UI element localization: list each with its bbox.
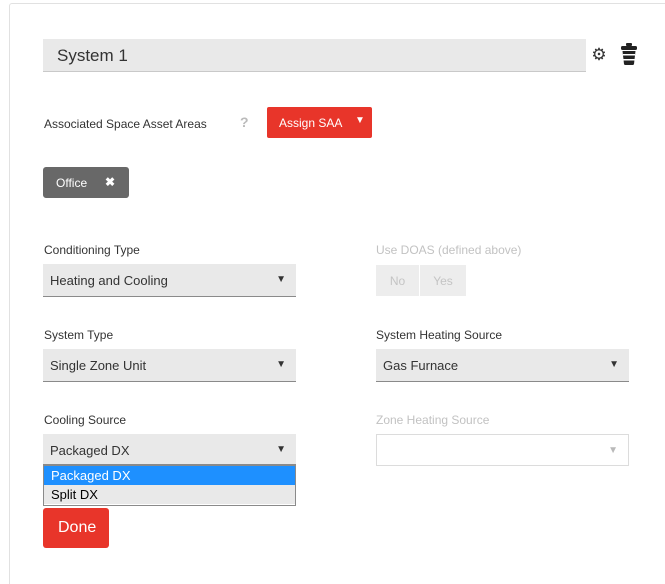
saa-chip-office: Office ✖ — [43, 167, 129, 198]
cooling-source-dropdown: Packaged DX Split DX — [43, 465, 296, 506]
doas-yes-button: Yes — [420, 265, 466, 296]
done-button[interactable]: Done — [43, 508, 109, 548]
system-title[interactable]: System 1 — [43, 39, 586, 72]
conditioning-type-value: Heating and Cooling — [50, 273, 168, 288]
system-heating-source-label: System Heating Source — [376, 328, 503, 342]
caret-down-icon: ▼ — [355, 115, 365, 126]
chevron-down-icon: ▼ — [276, 274, 286, 285]
cooling-source-label: Cooling Source — [44, 413, 127, 427]
cooling-source-value: Packaged DX — [50, 443, 130, 458]
system-heating-source-select[interactable]: Gas Furnace ▼ — [376, 349, 629, 382]
trash-icon[interactable] — [621, 43, 637, 65]
chip-label: Office — [56, 176, 88, 190]
conditioning-type-select[interactable]: Heating and Cooling ▼ — [43, 264, 296, 297]
doas-no-button: No — [376, 265, 420, 296]
use-doas-label: Use DOAS (defined above) — [376, 243, 522, 257]
use-doas-toggle: No Yes — [376, 265, 466, 296]
gear-icon[interactable]: ⚙ — [590, 46, 608, 64]
zone-heating-source-label: Zone Heating Source — [376, 413, 490, 427]
saa-label: Associated Space Asset Areas — [44, 117, 207, 131]
option-packaged-dx[interactable]: Packaged DX — [44, 466, 295, 485]
chevron-down-icon: ▼ — [276, 444, 286, 455]
conditioning-type-label: Conditioning Type — [44, 243, 140, 257]
chevron-down-icon: ▼ — [608, 445, 618, 456]
zone-heating-source-select: ▼ — [376, 434, 629, 466]
chevron-down-icon: ▼ — [276, 359, 286, 370]
system-type-select[interactable]: Single Zone Unit ▼ — [43, 349, 296, 382]
close-icon[interactable]: ✖ — [105, 175, 115, 189]
help-icon[interactable]: ? — [240, 114, 249, 130]
assign-saa-label: Assign SAA — [279, 116, 343, 130]
assign-saa-button[interactable]: Assign SAA ▼ — [267, 107, 372, 138]
cooling-source-select[interactable]: Packaged DX ▼ — [43, 434, 296, 465]
system-type-value: Single Zone Unit — [50, 358, 147, 373]
system-type-label: System Type — [44, 328, 114, 342]
system-heating-source-value: Gas Furnace — [383, 358, 459, 373]
chevron-down-icon: ▼ — [609, 359, 619, 370]
option-split-dx[interactable]: Split DX — [44, 485, 295, 504]
